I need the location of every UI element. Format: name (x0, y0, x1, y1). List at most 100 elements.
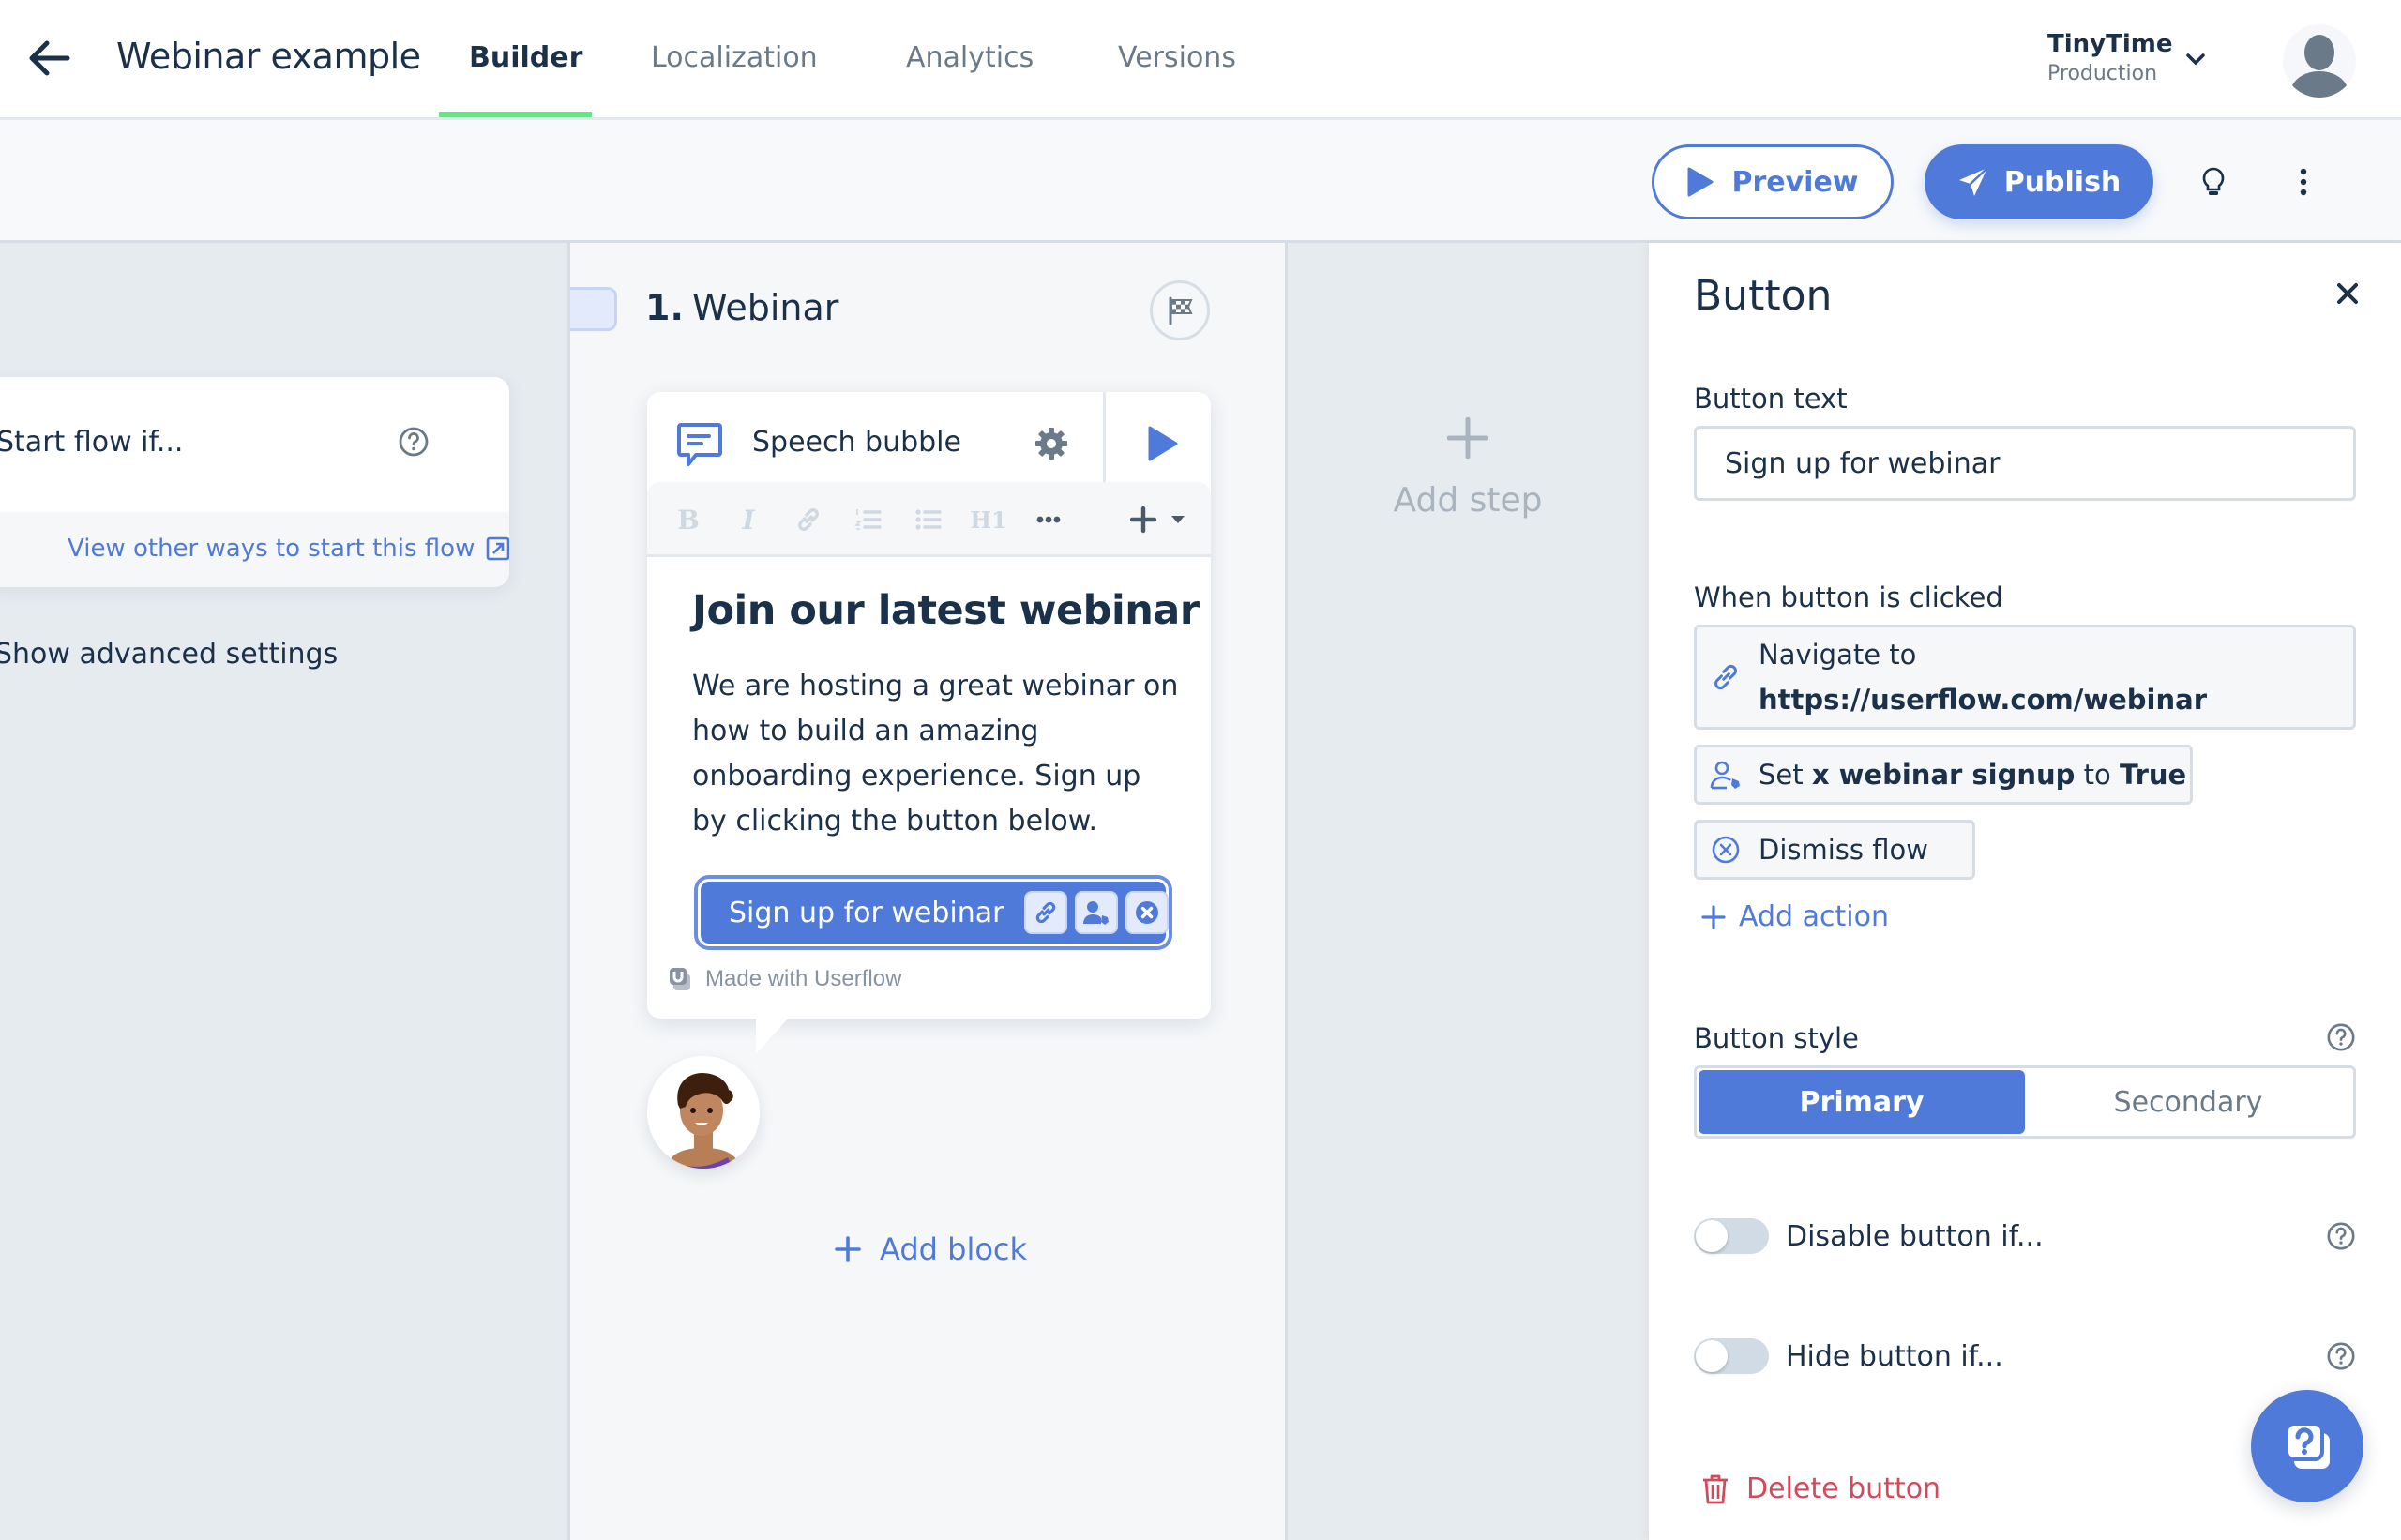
help-chat-icon (2285, 1422, 2330, 1469)
dismiss-label: Dismiss flow (1759, 834, 1928, 866)
action-set-attribute[interactable]: Set x webinar signup to True (1694, 745, 2193, 805)
close-icon[interactable] (2333, 279, 2362, 308)
navigate-prefix: Navigate to (1759, 639, 1917, 671)
toggle-knob (1696, 1340, 1728, 1372)
user-tag-icon (1710, 761, 1740, 790)
chevron-down-icon[interactable] (2183, 47, 2208, 71)
help-icon[interactable] (2326, 1221, 2356, 1251)
button-text-label: Button text (1694, 383, 1848, 415)
add-block-label: Add block (880, 1231, 1028, 1267)
ordered-list-icon[interactable] (850, 501, 887, 538)
gear-icon[interactable] (1034, 426, 1069, 461)
disable-button-toggle[interactable] (1694, 1218, 1769, 1254)
person-avatar-icon (647, 1056, 760, 1169)
speech-bubble-block: Speech bubble B I H1 Join our latest web… (647, 392, 1211, 1019)
add-action-button[interactable]: Add action (1701, 900, 1889, 933)
external-link-icon (487, 536, 509, 561)
button-text-input[interactable] (1694, 426, 2356, 501)
bubble-avatar (647, 1056, 760, 1169)
add-block-button[interactable]: Add block (835, 1231, 1027, 1267)
preview-label: Preview (1731, 165, 1859, 199)
show-advanced-settings-link[interactable]: Show advanced settings (0, 638, 338, 671)
checkered-flag-icon (1169, 296, 1193, 325)
flow-title: Webinar example (116, 36, 421, 77)
insert-menu-button[interactable] (1130, 501, 1192, 538)
made-with-label: Made with Userflow (705, 966, 902, 991)
play-icon (1687, 167, 1714, 197)
selected-button-outline: Sign up for webinar (694, 875, 1172, 950)
delete-button[interactable]: Delete button (1701, 1472, 1940, 1505)
add-step-button[interactable]: Add step (1351, 417, 1585, 558)
tab-builder[interactable]: Builder (469, 41, 582, 74)
heading-1-icon[interactable]: H1 (970, 501, 1007, 538)
preview-button[interactable]: Preview (1652, 144, 1894, 219)
plus-icon (1447, 417, 1488, 459)
add-action-label: Add action (1739, 900, 1889, 933)
link-icon[interactable] (790, 501, 827, 538)
tab-analytics[interactable]: Analytics (906, 41, 1034, 74)
disable-button-row: Disable button if... (1694, 1215, 2356, 1258)
help-icon[interactable] (2326, 1341, 2356, 1371)
bubble-body-text[interactable]: We are hosting a great webinar on how to… (692, 664, 1180, 844)
rich-text-toolbar: B I H1 (647, 482, 1211, 557)
trigger-card-body[interactable]: Start flow if... (0, 377, 509, 512)
add-step-label: Add step (1393, 481, 1543, 520)
view-other-ways-link[interactable]: View other ways to start this flow (68, 535, 509, 563)
set-attribute-value: True (2120, 759, 2187, 791)
bubble-heading[interactable]: Join our latest webinar (692, 587, 1200, 634)
link-icon (1024, 891, 1068, 934)
button-style-label: Button style (1694, 1022, 1859, 1054)
hide-button-row: Hide button if... (1694, 1335, 2356, 1378)
lightbulb-icon[interactable] (2197, 165, 2230, 199)
dismiss-icon (1125, 891, 1170, 934)
step-number: 1. (645, 287, 684, 328)
paper-plane-icon (1958, 167, 1988, 196)
hide-button-label: Hide button if... (1786, 1339, 2003, 1373)
style-option-secondary[interactable]: Secondary (2025, 1070, 2351, 1134)
user-tag-icon (1075, 891, 1119, 934)
trigger-card-footer: View other ways to start this flow (0, 512, 509, 587)
environment-name: Production (2047, 62, 2158, 85)
plus-icon (1701, 904, 1726, 929)
back-button[interactable] (26, 38, 73, 79)
made-with-userflow-badge[interactable]: Made with Userflow (668, 966, 901, 992)
link-icon (1714, 664, 1737, 690)
plus-icon (1130, 506, 1185, 534)
hide-button-toggle[interactable] (1694, 1338, 1769, 1374)
toggle-knob (1696, 1220, 1728, 1252)
step-connector-handle[interactable] (570, 287, 617, 331)
arrow-left-icon (29, 40, 70, 76)
navigate-url: https://userflow.com/webinar (1759, 684, 2208, 716)
start-trigger-card: Start flow if... View other ways to star… (0, 377, 509, 587)
bold-icon[interactable]: B (670, 501, 707, 538)
bullet-list-icon[interactable] (910, 501, 947, 538)
goal-flag-button[interactable] (1150, 280, 1210, 340)
italic-icon[interactable]: I (730, 501, 767, 538)
help-icon[interactable] (398, 426, 430, 458)
step-name[interactable]: Webinar (692, 287, 838, 328)
sign-up-button[interactable]: Sign up for webinar (698, 879, 1170, 946)
disable-button-label: Disable button if... (1786, 1219, 2044, 1253)
tab-localization[interactable]: Localization (651, 41, 818, 74)
cta-label: Sign up for webinar (729, 896, 1004, 929)
organization-name: TinyTime (2047, 30, 2173, 58)
trash-icon (1703, 1474, 1728, 1503)
play-icon[interactable] (1142, 424, 1180, 463)
publish-button[interactable]: Publish (1925, 144, 2153, 219)
tab-versions[interactable]: Versions (1118, 41, 1236, 74)
more-options-icon[interactable] (2287, 165, 2320, 199)
active-tab-indicator (439, 112, 592, 117)
action-navigate[interactable]: Navigate to https://userflow.com/webinar (1694, 625, 2356, 730)
set-attribute-name: x webinar signup (1811, 759, 2076, 791)
divider (1103, 392, 1106, 486)
support-chat-button[interactable] (2251, 1390, 2363, 1502)
view-other-ways-label: View other ways to start this flow (68, 535, 476, 563)
block-type-label: Speech bubble (752, 426, 961, 459)
more-formatting-icon[interactable] (1030, 501, 1067, 538)
user-avatar[interactable] (2283, 24, 2356, 98)
help-icon[interactable] (2326, 1022, 2356, 1052)
plus-icon (835, 1236, 861, 1262)
action-dismiss-flow[interactable]: Dismiss flow (1694, 820, 1975, 880)
style-option-primary[interactable]: Primary (1699, 1070, 2025, 1134)
delete-button-label: Delete button (1746, 1472, 1941, 1505)
